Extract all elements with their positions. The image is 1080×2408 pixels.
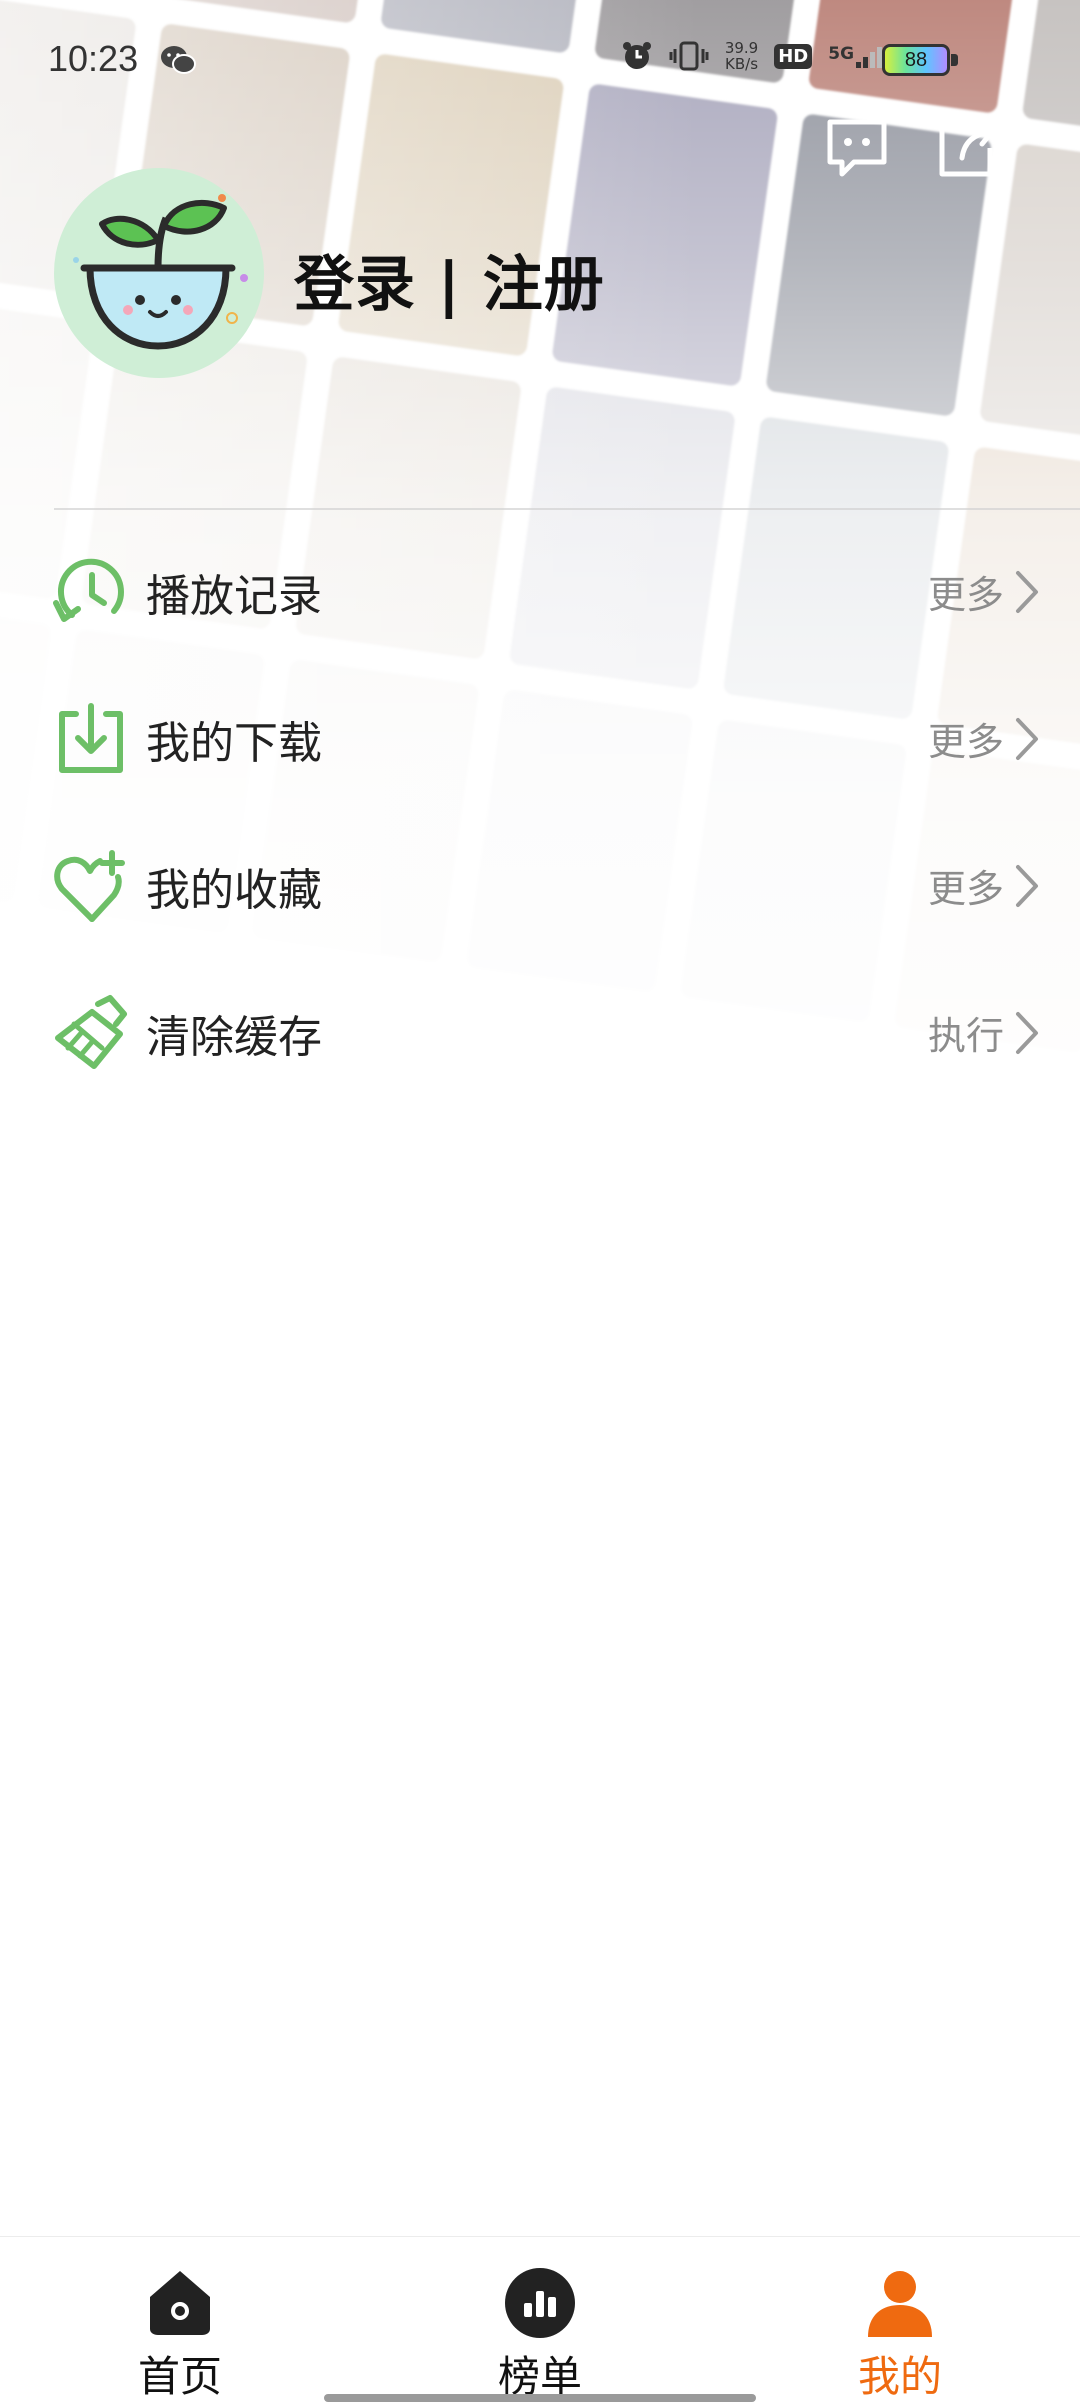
menu-item-downloads[interactable]: 我的下载 更多 [0, 665, 1080, 812]
chevron-right-icon [1016, 1011, 1038, 1054]
chevron-right-icon [1016, 717, 1038, 760]
hd-badge: HD [774, 43, 813, 69]
login-register-link[interactable]: 登录 | 注册 [294, 236, 605, 323]
menu-item-more-link[interactable]: 更多 [928, 564, 1004, 619]
battery-level: 88 [904, 48, 928, 71]
nav-item-ranking[interactable]: 榜单 [440, 2237, 640, 2408]
bottom-navigation: 首页 榜单 我的 [0, 2236, 1080, 2408]
plant-pot-avatar-icon [73, 194, 248, 350]
nav-item-home[interactable]: 首页 [80, 2237, 280, 2408]
alarm-icon [622, 42, 651, 69]
signal-bars-icon [856, 47, 883, 68]
status-bar: 10:23 39.9 KB/s HD 5G 88 [0, 0, 1080, 120]
chart-bars-icon [505, 2268, 575, 2338]
battery-indicator: 88 [882, 44, 950, 76]
menu-item-play-history[interactable]: 播放记录 更多 [0, 518, 1080, 665]
menu-item-label: 清除缓存 [146, 1011, 322, 1063]
home-icon [150, 2271, 210, 2335]
menu-item-more-link[interactable]: 更多 [928, 858, 1004, 913]
divider [54, 508, 1080, 510]
menu-item-label: 我的收藏 [146, 864, 322, 916]
network-speed-unit: KB/s [725, 55, 759, 73]
share-export-icon[interactable] [934, 118, 1000, 180]
sim1-network-type: 5G [828, 44, 855, 64]
download-icon [59, 702, 123, 773]
wechat-notification-icon [161, 46, 196, 74]
user-icon [868, 2271, 932, 2337]
network-speed: 39.9 KB/s [725, 40, 758, 72]
nav-item-label: 首页 [137, 2352, 222, 2401]
menu-item-clear-cache[interactable]: 清除缓存 执行 [0, 959, 1080, 1106]
nav-item-label: 我的 [857, 2352, 942, 2401]
history-refresh-icon [53, 558, 124, 622]
menu-list: 播放记录 更多 我的下载 更多 我的收藏 更多 清除缓存 执行 [0, 518, 1080, 1106]
chevron-right-icon [1016, 864, 1038, 907]
menu-item-more-link[interactable]: 更多 [928, 711, 1004, 766]
chevron-right-icon [1016, 570, 1038, 613]
vibrate-icon [669, 41, 709, 71]
menu-item-execute-link[interactable]: 执行 [928, 1005, 1004, 1060]
status-time: 10:23 [48, 38, 139, 79]
heart-plus-icon [54, 849, 125, 922]
network-speed-value: 39.9 [724, 39, 759, 57]
sim1-signal: 5G [828, 44, 883, 68]
menu-item-label: 我的下载 [146, 717, 322, 769]
home-indicator-bar[interactable] [324, 2394, 756, 2402]
broom-icon [55, 994, 127, 1069]
menu-item-favorites[interactable]: 我的收藏 更多 [0, 812, 1080, 959]
profile-screen: 10:23 39.9 KB/s HD 5G 88 登录 | 注册 播放记录 更多… [0, 0, 1080, 2408]
avatar[interactable] [54, 168, 264, 378]
message-dots-icon[interactable] [824, 118, 890, 180]
battery-tip [951, 54, 958, 66]
nav-item-mine[interactable]: 我的 [800, 2237, 1000, 2408]
menu-item-label: 播放记录 [146, 570, 322, 622]
